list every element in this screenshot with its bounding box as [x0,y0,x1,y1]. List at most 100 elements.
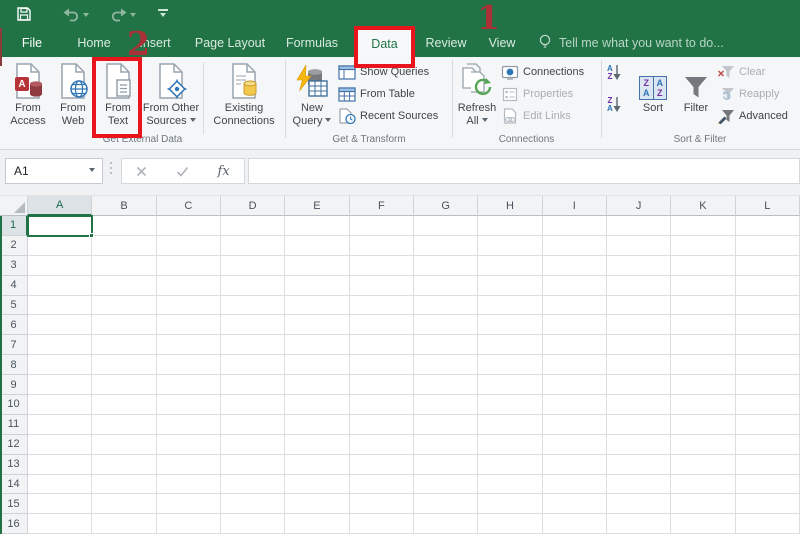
cell-B10[interactable] [92,395,157,415]
cell-L11[interactable] [735,414,800,435]
column-header-E[interactable]: E [285,196,350,216]
cell-G16[interactable] [413,514,479,534]
cell-J14[interactable] [606,474,672,495]
row-header-6[interactable]: 6 [0,315,28,336]
cell-E13[interactable] [285,454,350,475]
cell-G14[interactable] [413,474,479,495]
column-header-G[interactable]: G [413,196,479,216]
column-header-C[interactable]: C [156,196,221,216]
row-header-12[interactable]: 12 [0,434,28,455]
sort-a-to-z-button[interactable]: A Z [607,64,621,81]
cell-F14[interactable] [349,474,414,495]
cell-J4[interactable] [606,275,672,296]
cell-J1[interactable] [606,216,672,236]
cell-C16[interactable] [156,514,221,534]
cell-F7[interactable] [349,335,414,356]
row-header-7[interactable]: 7 [0,335,28,356]
cell-K14[interactable] [671,474,736,495]
cell-I11[interactable] [542,414,607,435]
cell-B2[interactable] [92,235,157,256]
cell-I1[interactable] [542,216,607,236]
cell-L13[interactable] [735,454,800,475]
cell-A9[interactable] [28,375,93,396]
cell-E9[interactable] [285,375,350,396]
cell-J9[interactable] [606,375,672,396]
column-header-H[interactable]: H [478,196,543,216]
cell-E14[interactable] [285,474,350,495]
cell-H15[interactable] [478,494,543,515]
cell-K9[interactable] [671,375,736,396]
cell-K13[interactable] [671,454,736,475]
cell-G8[interactable] [413,355,479,376]
enter-icon[interactable] [176,166,189,177]
cell-H9[interactable] [478,375,543,396]
cell-J15[interactable] [606,494,672,515]
cell-E12[interactable] [285,434,350,455]
cell-K3[interactable] [671,255,736,276]
cell-D12[interactable] [220,434,286,455]
cell-C14[interactable] [156,474,221,495]
edit-links-button[interactable]: Edit Links [500,106,571,126]
cell-B7[interactable] [92,335,157,356]
cell-L9[interactable] [735,375,800,396]
refresh-all-button[interactable]: Refresh All [455,60,499,136]
from-access-button[interactable]: A From Access [4,60,52,136]
cell-G9[interactable] [413,375,479,396]
cell-E1[interactable] [285,216,350,236]
cell-L14[interactable] [735,474,800,495]
cell-I9[interactable] [542,375,607,396]
cell-D16[interactable] [220,514,286,534]
cell-I14[interactable] [542,474,607,495]
column-header-D[interactable]: D [220,196,286,216]
cell-D10[interactable] [220,395,286,415]
cell-C4[interactable] [156,275,221,296]
column-header-F[interactable]: F [349,196,414,216]
properties-button[interactable]: Properties [500,84,573,104]
cell-J8[interactable] [606,355,672,376]
cell-L6[interactable] [735,315,800,336]
cell-D8[interactable] [220,355,286,376]
cell-K4[interactable] [671,275,736,296]
cell-J10[interactable] [606,395,672,415]
cell-L12[interactable] [735,434,800,455]
sort-button[interactable]: Z A A Z Sort [632,60,674,136]
cell-F3[interactable] [349,255,414,276]
cell-H8[interactable] [478,355,543,376]
row-header-13[interactable]: 13 [0,454,28,475]
cell-A8[interactable] [28,355,93,376]
cell-G1[interactable] [413,216,479,236]
cell-B14[interactable] [92,474,157,495]
cell-D1[interactable] [220,216,286,236]
cell-I3[interactable] [542,255,607,276]
cell-B6[interactable] [92,315,157,336]
cell-E3[interactable] [285,255,350,276]
row-header-11[interactable]: 11 [0,414,28,435]
from-table-button[interactable]: From Table [337,84,415,104]
cell-E6[interactable] [285,315,350,336]
cell-C6[interactable] [156,315,221,336]
customize-quick-access-toolbar-button[interactable] [154,2,172,26]
cell-I4[interactable] [542,275,607,296]
select-all-button[interactable] [0,196,28,216]
cell-B13[interactable] [92,454,157,475]
cell-E15[interactable] [285,494,350,515]
cell-F9[interactable] [349,375,414,396]
cell-B9[interactable] [92,375,157,396]
cell-D15[interactable] [220,494,286,515]
cell-J11[interactable] [606,414,672,435]
cell-E5[interactable] [285,295,350,316]
cell-H1[interactable] [478,216,543,236]
cell-A11[interactable] [28,414,93,435]
cell-B16[interactable] [92,514,157,534]
cell-D11[interactable] [220,414,286,435]
row-header-2[interactable]: 2 [0,235,28,256]
from-other-sources-button[interactable]: From Other Sources [141,60,201,136]
cell-F8[interactable] [349,355,414,376]
cell-F4[interactable] [349,275,414,296]
selection-box[interactable] [27,215,94,238]
cell-D14[interactable] [220,474,286,495]
cell-I5[interactable] [542,295,607,316]
cell-K5[interactable] [671,295,736,316]
cell-L3[interactable] [735,255,800,276]
row-header-5[interactable]: 5 [0,295,28,316]
